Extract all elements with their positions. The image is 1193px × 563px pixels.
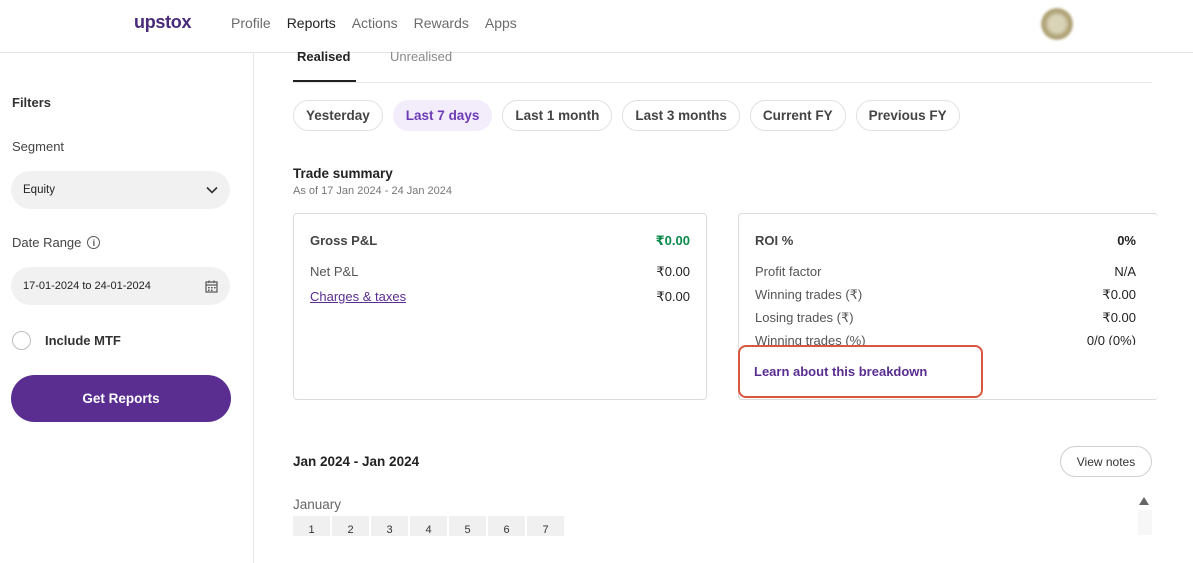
profit-factor-label: Profit factor	[755, 264, 822, 279]
roi-row: ROI % 0%	[755, 233, 1136, 248]
calendar-day[interactable]: 1	[293, 516, 330, 536]
gross-pnl-row: Gross P&L ₹0.00	[310, 233, 690, 249]
winning-trades-value: ₹0.00	[1102, 287, 1136, 302]
scroll-up-arrow-icon[interactable]	[1139, 497, 1149, 505]
winning-pct-label: Winning trades (%)	[755, 333, 866, 345]
report-tabs: Realised Unrealised	[293, 43, 1152, 83]
chevron-down-icon	[206, 186, 218, 194]
date-range-input[interactable]: 17-01-2024 to 24-01-2024	[11, 267, 230, 305]
include-mtf-option[interactable]: Include MTF	[12, 331, 121, 350]
include-mtf-label: Include MTF	[45, 333, 121, 348]
date-range-label: Date Range i	[12, 235, 101, 250]
user-avatar[interactable]	[1041, 8, 1073, 40]
segment-label: Segment	[12, 139, 65, 154]
calendar-icon	[205, 280, 218, 293]
net-pnl-label: Net P&L	[310, 264, 359, 279]
chip-last-3-months[interactable]: Last 3 months	[622, 100, 740, 131]
roi-value: 0%	[1117, 233, 1136, 248]
chip-yesterday[interactable]: Yesterday	[293, 100, 383, 131]
period-chips: Yesterday Last 7 days Last 1 month Last …	[293, 100, 960, 131]
calendar-day[interactable]: 4	[410, 516, 447, 536]
main-nav: Profile Reports Actions Rewards Apps	[231, 15, 517, 31]
filters-title: Filters	[12, 95, 52, 110]
charges-taxes-link[interactable]: Charges & taxes	[310, 289, 406, 305]
winning-trades-row: Winning trades (₹) ₹0.00	[755, 287, 1136, 303]
winning-trades-label: Winning trades (₹)	[755, 287, 863, 302]
net-pnl-row: Net P&L ₹0.00	[310, 264, 690, 280]
chip-last-7-days[interactable]: Last 7 days	[392, 100, 493, 131]
segment-select[interactable]: Equity	[11, 171, 230, 209]
nav-rewards[interactable]: Rewards	[414, 15, 469, 31]
trade-summary-title: Trade summary	[293, 166, 393, 181]
pnl-card: Gross P&L ₹0.00 Net P&L ₹0.00 Charges & …	[293, 213, 707, 400]
roi-label: ROI %	[755, 233, 794, 248]
date-range-label-text: Date Range	[12, 235, 82, 250]
nav-reports[interactable]: Reports	[287, 15, 336, 31]
losing-trades-value: ₹0.00	[1102, 310, 1136, 325]
nav-actions[interactable]: Actions	[352, 15, 398, 31]
chip-current-fy[interactable]: Current FY	[749, 100, 846, 131]
chip-last-1-month[interactable]: Last 1 month	[502, 100, 613, 131]
scrollbar-track[interactable]	[1138, 510, 1152, 535]
learn-breakdown-link[interactable]: Learn about this breakdown	[754, 364, 927, 379]
winning-pct-value: 0/0 (0%)	[1086, 333, 1136, 345]
period-title: Jan 2024 - Jan 2024	[293, 454, 420, 469]
nav-profile[interactable]: Profile	[231, 15, 271, 31]
view-notes-button[interactable]: View notes	[1060, 446, 1152, 477]
get-reports-button[interactable]: Get Reports	[11, 375, 231, 422]
calendar-day[interactable]: 5	[449, 516, 486, 536]
upstox-logo[interactable]: upstox	[134, 12, 192, 33]
tab-unrealised[interactable]: Unrealised	[390, 49, 452, 64]
charges-row: Charges & taxes ₹0.00	[310, 289, 690, 305]
tab-realised[interactable]: Realised	[297, 49, 350, 64]
winning-pct-row: Winning trades (%) 0/0 (0%)	[755, 333, 1136, 345]
month-label: January	[293, 497, 342, 512]
calendar-days: 1 2 3 4 5 6 7	[293, 516, 564, 536]
calendar-day[interactable]: 3	[371, 516, 408, 536]
date-range-value: 17-01-2024 to 24-01-2024	[23, 280, 151, 292]
info-icon[interactable]: i	[87, 236, 101, 249]
trade-summary-subtitle: As of 17 Jan 2024 - 24 Jan 2024	[293, 185, 453, 197]
include-mtf-radio[interactable]	[12, 331, 31, 350]
charges-value: ₹0.00	[656, 289, 690, 304]
losing-trades-label: Losing trades (₹)	[755, 310, 854, 325]
net-pnl-value: ₹0.00	[656, 264, 690, 279]
gross-pnl-value: ₹0.00	[655, 233, 690, 248]
calendar-day[interactable]: 6	[488, 516, 525, 536]
losing-trades-row: Losing trades (₹) ₹0.00	[755, 310, 1136, 326]
active-tab-indicator	[293, 80, 356, 82]
logo-text: upstox	[134, 12, 192, 32]
profit-factor-row: Profit factor N/A	[755, 264, 1136, 279]
segment-value: Equity	[23, 184, 55, 196]
calendar-day[interactable]: 7	[527, 516, 564, 536]
calendar-day[interactable]: 2	[332, 516, 369, 536]
nav-apps[interactable]: Apps	[485, 15, 517, 31]
filters-sidebar: Filters Segment Equity Date Range i 17-0…	[0, 53, 254, 563]
profit-factor-value: N/A	[1114, 264, 1136, 279]
gross-pnl-label: Gross P&L	[310, 233, 378, 248]
chip-previous-fy[interactable]: Previous FY	[855, 100, 960, 131]
